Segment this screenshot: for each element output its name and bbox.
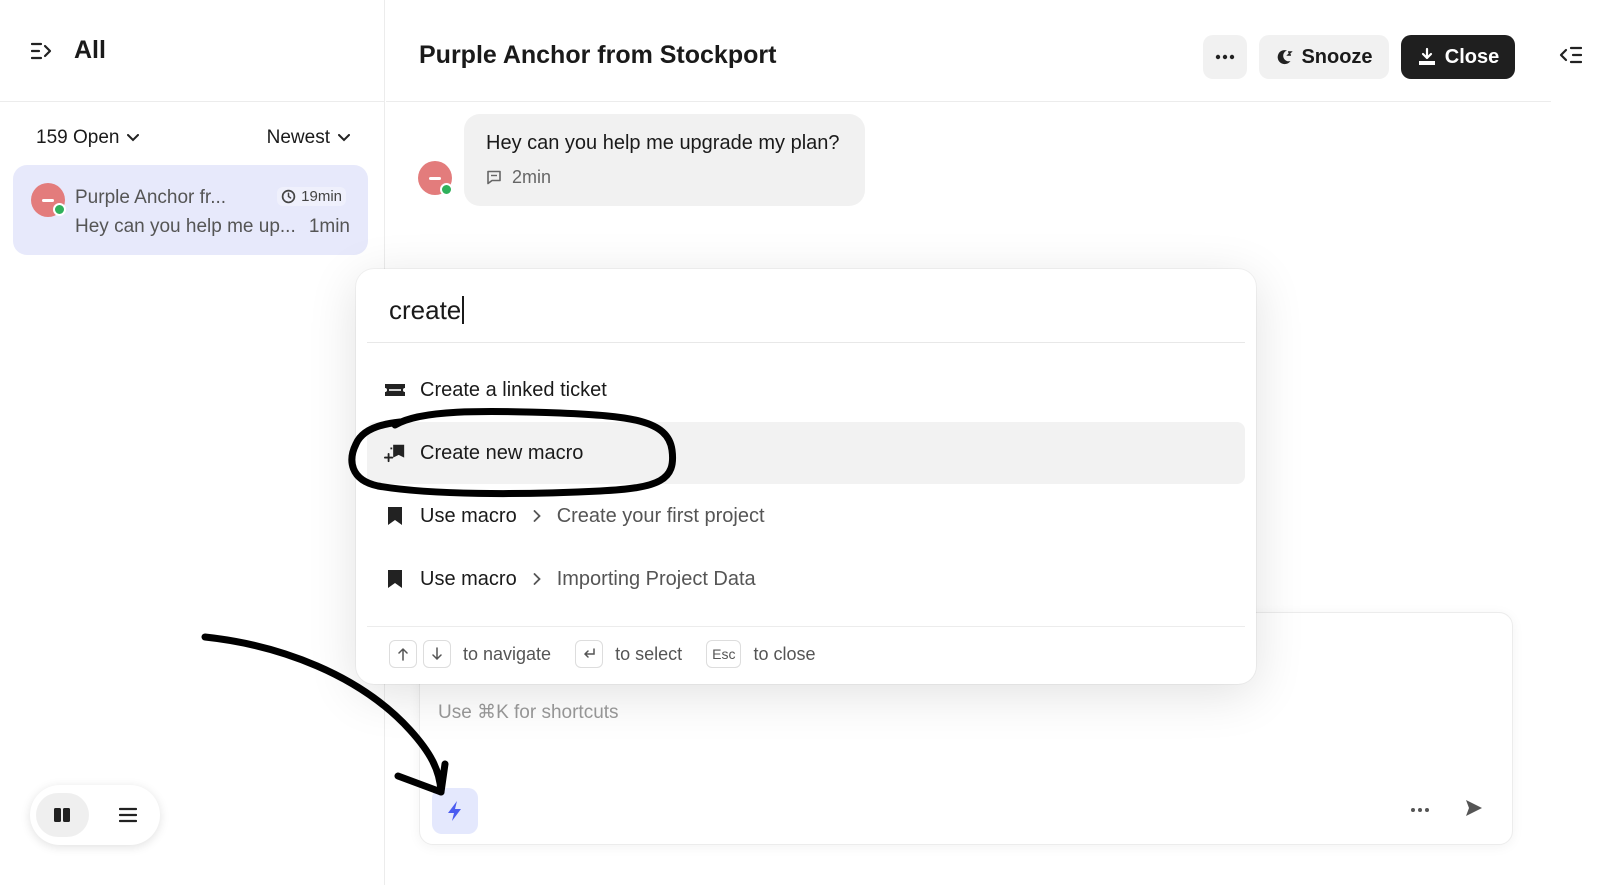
command-use-macro-first-project[interactable]: Use macro Create your first project xyxy=(367,485,1245,547)
chevron-right-icon xyxy=(533,510,541,522)
palette-footer: to navigate to select Esc to close xyxy=(389,640,840,668)
arrow-up-key xyxy=(389,640,417,668)
arrow-down-icon xyxy=(432,647,442,661)
chevron-down-icon xyxy=(127,134,140,142)
command-label: Create a linked ticket xyxy=(420,378,607,401)
ticket-icon xyxy=(384,379,406,401)
sort-filter[interactable]: Newest xyxy=(267,127,350,149)
conversation-name: Purple Anchor fr... xyxy=(75,187,227,208)
message-time: 2min xyxy=(512,167,552,187)
text-caret xyxy=(462,296,465,324)
toggle-details-panel[interactable] xyxy=(1558,45,1583,70)
divider xyxy=(367,342,1245,343)
waiting-time-label: 19min xyxy=(301,188,342,205)
macro-name: Importing Project Data xyxy=(556,567,756,590)
shortcuts-button[interactable] xyxy=(432,788,478,834)
composer-more-button[interactable] xyxy=(1410,800,1430,818)
command-label: Create new macro xyxy=(420,441,584,464)
chevron-down-icon xyxy=(338,134,350,142)
enter-icon xyxy=(584,648,595,658)
online-indicator xyxy=(53,203,66,216)
list-view-button[interactable] xyxy=(101,793,154,837)
more-actions-button[interactable] xyxy=(1203,35,1247,79)
split-view-button[interactable] xyxy=(36,793,89,837)
chat-icon xyxy=(487,170,501,185)
collapse-sidebar-icon[interactable] xyxy=(30,39,54,63)
command-search-input[interactable]: create xyxy=(389,295,465,326)
online-indicator xyxy=(440,183,453,196)
lightning-icon xyxy=(448,801,461,821)
close-conversation-button[interactable]: Close xyxy=(1401,35,1515,79)
command-label: Use macro xyxy=(420,567,517,590)
bookmark-icon xyxy=(384,568,406,590)
message-meta: 2min xyxy=(486,167,551,188)
command-use-macro-importing-data[interactable]: Use macro Importing Project Data xyxy=(367,548,1245,610)
clock-icon xyxy=(281,189,296,204)
sort-filter-label: Newest xyxy=(266,127,330,148)
add-macro-icon xyxy=(384,442,406,464)
sidebar-header: All xyxy=(0,0,384,102)
macro-name: Create your first project xyxy=(556,504,765,527)
status-filter[interactable]: 159 Open xyxy=(36,127,140,149)
waiting-time-badge: 19min xyxy=(277,187,346,206)
command-label: Use macro xyxy=(420,504,517,527)
snooze-button[interactable]: Snooze xyxy=(1259,35,1389,79)
close-label: Close xyxy=(1444,45,1500,68)
send-icon xyxy=(1466,800,1482,816)
select-hint: to select xyxy=(615,643,683,664)
conversation-list-item[interactable]: Purple Anchor fr... 19min Hey can you he… xyxy=(13,165,368,255)
command-create-new-macro[interactable]: Create new macro xyxy=(367,422,1245,484)
esc-key: Esc xyxy=(706,640,742,668)
conversation-preview: Hey can you help me up... xyxy=(75,216,296,237)
navigate-hint: to navigate xyxy=(463,643,552,664)
status-filter-label: 159 Open xyxy=(36,127,120,148)
more-icon xyxy=(1215,54,1235,60)
bookmark-icon xyxy=(384,505,406,527)
conversation-time: 1min xyxy=(308,216,350,237)
arrow-down-key xyxy=(423,640,451,668)
arrow-up-icon xyxy=(398,647,408,661)
filters-bar: 159 Open Newest xyxy=(0,102,384,174)
message-text: Hey can you help me upgrade my plan? xyxy=(486,132,840,154)
app-window: All 159 Open Newest Purple Anchor fr... … xyxy=(0,0,1600,885)
sidebar: All 159 Open Newest Purple Anchor fr... … xyxy=(0,0,385,885)
more-icon xyxy=(1411,808,1429,812)
split-view-icon xyxy=(53,808,70,822)
moon-icon xyxy=(1278,50,1294,65)
chevron-right-icon xyxy=(533,573,541,585)
close-conversation-icon xyxy=(1418,47,1435,65)
send-button[interactable] xyxy=(1464,798,1484,823)
expand-panel-icon xyxy=(1559,46,1583,64)
message-bubble: Hey can you help me upgrade my plan? 2mi… xyxy=(464,114,865,206)
close-hint: to close xyxy=(753,643,816,664)
divider xyxy=(367,626,1245,627)
inbox-title: All xyxy=(74,36,106,64)
list-view-icon xyxy=(118,807,137,823)
command-query: create xyxy=(389,295,462,325)
command-palette: create Create a linked ticket Create new… xyxy=(356,269,1256,684)
conversation-header: Purple Anchor from Stockport Snooze Clos… xyxy=(386,0,1551,102)
view-toggle xyxy=(30,785,160,845)
enter-key xyxy=(575,640,604,668)
composer-placeholder: Use ⌘K for shortcuts xyxy=(438,702,619,723)
command-create-linked-ticket[interactable]: Create a linked ticket xyxy=(367,359,1245,421)
conversation-title: Purple Anchor from Stockport xyxy=(419,41,777,69)
snooze-label: Snooze xyxy=(1301,45,1373,68)
